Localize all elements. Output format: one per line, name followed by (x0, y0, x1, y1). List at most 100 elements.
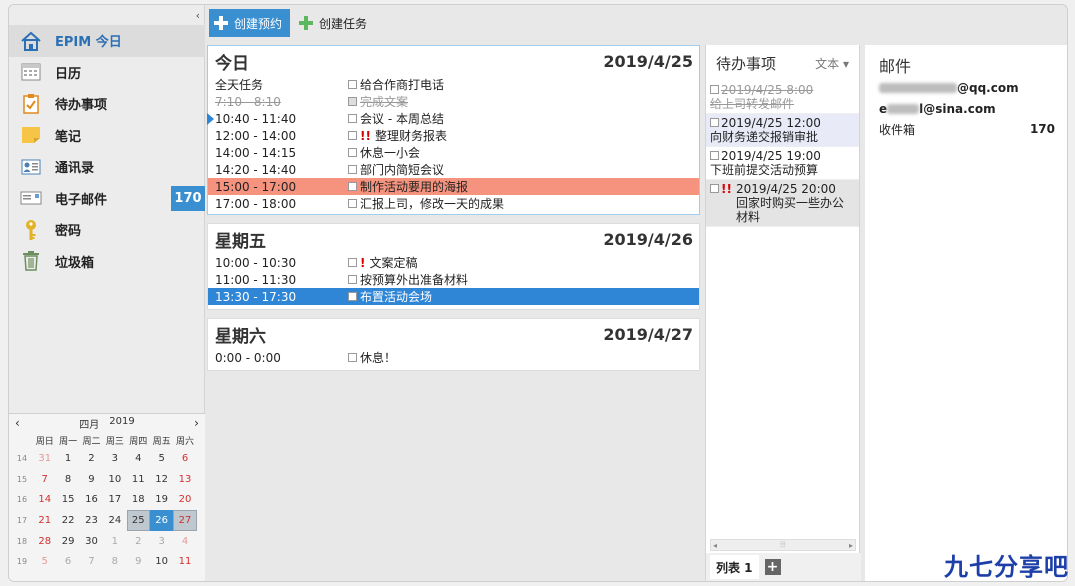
agenda-row[interactable]: 14:20 - 14:40 部门内简短会议 (208, 161, 699, 178)
todo-item[interactable]: 2019/4/25 19:00 下班前提交活动预算 (706, 147, 859, 180)
next-month-button[interactable]: › (194, 416, 199, 430)
calendar-day[interactable]: 8 (103, 551, 126, 572)
calendar-day[interactable]: 30 (80, 531, 103, 552)
calendar-day[interactable]: 29 (56, 531, 79, 552)
task-checkbox[interactable] (348, 258, 357, 267)
calendar-day[interactable]: 4 (127, 448, 150, 469)
todo-checkbox[interactable] (710, 85, 719, 94)
calendar-day[interactable]: 4 (173, 531, 196, 552)
mail-folder-inbox[interactable]: 收件箱 170 (865, 119, 1067, 139)
calendar-day[interactable]: 6 (56, 551, 79, 572)
task-checkbox[interactable] (348, 165, 357, 174)
calendar-day[interactable]: 19 (150, 489, 173, 510)
calendar-day[interactable]: 3 (103, 448, 126, 469)
agenda-row[interactable]: 12:00 - 14:00!! 整理财务报表 (208, 127, 699, 144)
todo-view-mode-dropdown[interactable]: 文本 ▾ (815, 55, 849, 72)
calendar-day[interactable]: 24 (103, 510, 126, 531)
calendar-day[interactable]: 13 (173, 469, 196, 490)
calendar-day[interactable]: 27 (173, 510, 197, 531)
todo-item[interactable]: !! 2019/4/25 20:00 回家时购买一些办公材料 (706, 180, 859, 227)
agenda-row[interactable]: 7:10 - 8:10 完成文案 (208, 93, 699, 110)
add-list-button[interactable]: + (764, 559, 781, 575)
calendar-day[interactable]: 22 (56, 510, 79, 531)
calendar-day[interactable]: 14 (33, 489, 56, 510)
calendar-day[interactable]: 9 (127, 551, 150, 572)
calendar-day[interactable]: 15 (56, 489, 79, 510)
new-appointment-button[interactable]: 创建预约 (209, 9, 291, 37)
agenda-row[interactable]: 13:30 - 17:30 布置活动会场 (208, 288, 699, 305)
calendar-day[interactable]: 8 (56, 469, 79, 490)
task-checkbox[interactable] (348, 292, 357, 301)
todo-checkbox[interactable] (710, 118, 719, 127)
new-appointment-label: 创建预约 (234, 16, 283, 31)
task-checkbox[interactable] (348, 114, 357, 123)
tab-list-1[interactable]: 列表 1 (710, 555, 759, 579)
mail-account-qq[interactable]: @qq.com (865, 77, 1067, 98)
calendar-day[interactable]: 21 (33, 510, 56, 531)
calendar-day[interactable]: 11 (127, 469, 150, 490)
task-checkbox[interactable] (348, 97, 357, 106)
new-task-button[interactable]: 创建任务 (294, 9, 375, 37)
calendar-day[interactable]: 2 (80, 448, 103, 469)
mail-account-sina[interactable]: e l@sina.com (865, 98, 1067, 119)
agenda-row[interactable]: 15:00 - 17:00 制作活动要用的海报 (208, 178, 699, 195)
sidebar-item-contacts[interactable]: 通讯录 (9, 151, 205, 183)
calendar-day[interactable]: 5 (33, 551, 56, 572)
scroll-right-icon[interactable]: ▸ (849, 541, 853, 550)
calendar-day[interactable]: 5 (150, 448, 173, 469)
calendar-day[interactable]: 1 (56, 448, 79, 469)
sidebar-item-notes[interactable]: 笔记 (9, 120, 205, 152)
calendar-day[interactable]: 3 (150, 531, 173, 552)
calendar-day[interactable]: 9 (80, 469, 103, 490)
calendar-day[interactable]: 7 (33, 469, 56, 490)
calendar-day[interactable]: 28 (33, 531, 56, 552)
task-checkbox[interactable] (348, 131, 357, 140)
agenda-row[interactable]: 17:00 - 18:00 汇报上司，修改一天的成果 (208, 195, 699, 212)
agenda-row[interactable]: 0:00 - 0:00 休息！ (208, 349, 699, 366)
calendar-day[interactable]: 2 (127, 531, 150, 552)
todo-checkbox[interactable] (710, 151, 719, 160)
calendar-day[interactable]: 26 (149, 510, 174, 531)
calendar-day[interactable]: 31 (33, 448, 56, 469)
sidebar-item-epim-today[interactable]: EPIM 今日 (9, 25, 205, 57)
calendar-day[interactable]: 18 (127, 489, 150, 510)
agenda-row[interactable]: 14:00 - 14:15 休息一小会 (208, 144, 699, 161)
scroll-left-icon[interactable]: ◂ (713, 541, 717, 550)
sidebar-item-passwords[interactable]: 密码 (9, 214, 205, 246)
prev-month-button[interactable]: ‹ (15, 416, 20, 430)
mini-calendar-year[interactable]: 2019 (109, 416, 134, 431)
mini-calendar-month[interactable]: 四月 (79, 416, 99, 431)
sidebar-item-calendar[interactable]: 日历 (9, 57, 205, 89)
sidebar-item-email[interactable]: 电子邮件 170 (9, 183, 205, 215)
task-checkbox[interactable] (348, 353, 357, 362)
horizontal-scrollbar[interactable]: ◂ ⦙⦙⦙ ▸ (710, 539, 856, 551)
calendar-day[interactable]: 1 (103, 531, 126, 552)
calendar-day[interactable]: 23 (80, 510, 103, 531)
calendar-day[interactable]: 16 (80, 489, 103, 510)
agenda-row[interactable]: 10:40 - 11:40 会议 - 本周总结 (207, 110, 699, 127)
calendar-day[interactable]: 25 (126, 510, 150, 531)
task-checkbox[interactable] (348, 182, 357, 191)
collapse-sidebar-button[interactable]: ‹ (196, 9, 200, 22)
calendar-day[interactable]: 7 (80, 551, 103, 572)
calendar-day[interactable]: 20 (173, 489, 196, 510)
agenda-row[interactable]: 11:00 - 11:30 按预算外出准备材料 (208, 271, 699, 288)
calendar-day[interactable]: 11 (173, 551, 196, 572)
scroll-thumb-grip-icon[interactable]: ⦙⦙⦙ (780, 540, 785, 550)
agenda-row[interactable]: 10:00 - 10:30! 文案定稿 (208, 254, 699, 271)
todo-checkbox[interactable] (710, 184, 719, 193)
task-checkbox[interactable] (348, 80, 357, 89)
task-checkbox[interactable] (348, 199, 357, 208)
sidebar-item-todo[interactable]: 待办事项 (9, 88, 205, 120)
calendar-day[interactable]: 12 (150, 469, 173, 490)
agenda-row[interactable]: 全天任务 给合作商打电话 (208, 76, 699, 93)
calendar-day[interactable]: 10 (150, 551, 173, 572)
calendar-day[interactable]: 10 (103, 469, 126, 490)
task-checkbox[interactable] (348, 148, 357, 157)
task-checkbox[interactable] (348, 275, 357, 284)
todo-item[interactable]: 2019/4/25 8:00 给上司转发邮件 (706, 81, 859, 114)
calendar-day[interactable]: 6 (173, 448, 196, 469)
calendar-day[interactable]: 17 (103, 489, 126, 510)
todo-item[interactable]: 2019/4/25 12:00 向财务递交报销审批 (706, 114, 859, 147)
sidebar-item-trash[interactable]: 垃圾箱 (9, 246, 205, 278)
